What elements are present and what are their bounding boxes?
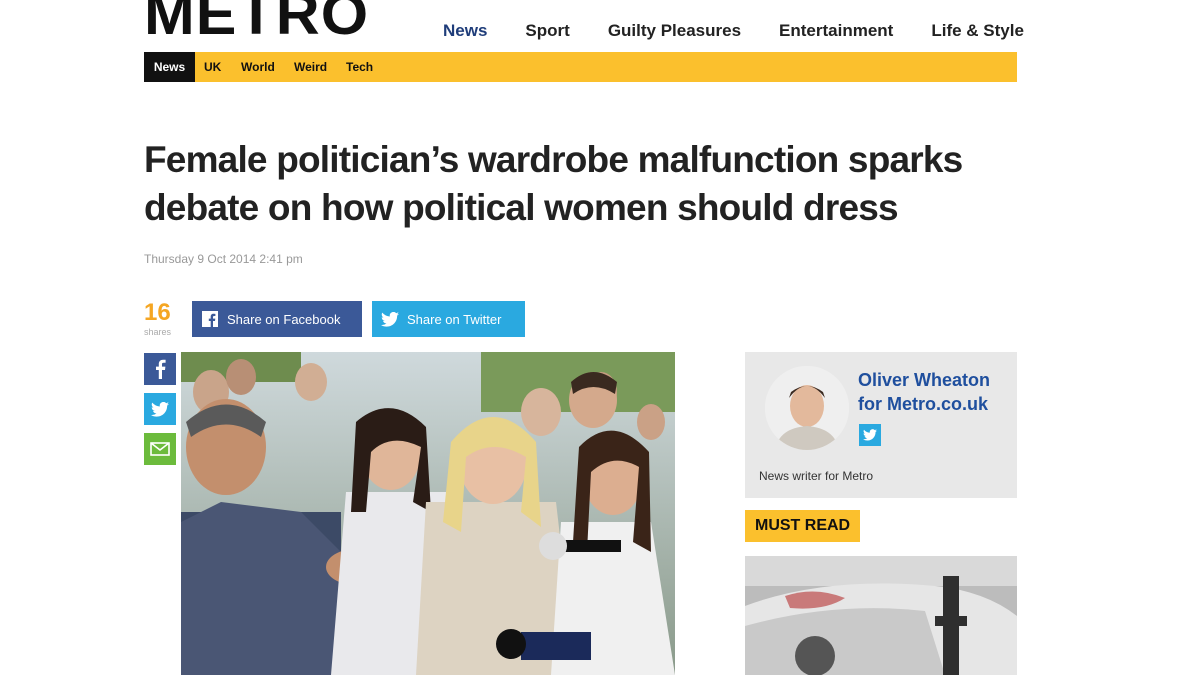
side-email-icon[interactable] <box>144 433 176 465</box>
author-name-line2[interactable]: for Metro.co.uk <box>858 392 990 416</box>
author-description: News writer for Metro <box>759 469 874 483</box>
side-facebook-icon[interactable] <box>144 353 176 385</box>
share-facebook-label: Share on Facebook <box>227 311 341 327</box>
headline-line-2: debate on how political women should dre… <box>144 187 899 228</box>
metro-logo[interactable]: METRO <box>144 0 369 44</box>
share-facebook-button[interactable]: Share on Facebook <box>192 301 362 337</box>
headline-line-1: Female politician’s wardrobe malfunction… <box>144 139 963 180</box>
side-twitter-icon[interactable] <box>144 393 176 425</box>
sub-nav-bar: News UK World Weird Tech <box>144 52 1017 82</box>
author-box: Oliver Wheaton for Metro.co.uk News writ… <box>745 352 1017 498</box>
nav-sport[interactable]: Sport <box>525 21 569 41</box>
author-avatar[interactable] <box>765 366 849 450</box>
nav-entertainment[interactable]: Entertainment <box>779 21 893 41</box>
author-twitter-icon[interactable] <box>859 424 881 446</box>
share-twitter-button[interactable]: Share on Twitter <box>372 301 525 337</box>
article-headline: Female politician’s wardrobe malfunction… <box>144 136 1044 232</box>
nav-guilty-pleasures[interactable]: Guilty Pleasures <box>608 21 741 41</box>
author-name-line1[interactable]: Oliver Wheaton <box>858 368 990 392</box>
sub-nav-weird[interactable]: Weird <box>294 52 327 82</box>
twitter-icon <box>381 310 399 328</box>
nav-life-style[interactable]: Life & Style <box>931 21 1024 41</box>
author-name[interactable]: Oliver Wheaton for Metro.co.uk <box>858 368 990 416</box>
sub-nav-tech[interactable]: Tech <box>346 52 373 82</box>
sub-nav-world[interactable]: World <box>241 52 275 82</box>
must-read-image[interactable] <box>745 556 1017 675</box>
nav-news[interactable]: News <box>443 21 487 41</box>
facebook-icon <box>201 310 219 328</box>
must-read-heading: MUST READ <box>745 510 861 542</box>
share-count-label: shares <box>144 327 172 337</box>
article-date: Thursday 9 Oct 2014 2:41 pm <box>144 252 303 266</box>
sub-nav-current[interactable]: News <box>144 52 195 82</box>
share-count: 16 <box>144 299 171 326</box>
main-nav: News Sport Guilty Pleasures Entertainmen… <box>443 21 1062 41</box>
sub-nav-uk[interactable]: UK <box>204 52 221 82</box>
article-photo <box>181 352 675 675</box>
share-twitter-label: Share on Twitter <box>407 311 502 327</box>
